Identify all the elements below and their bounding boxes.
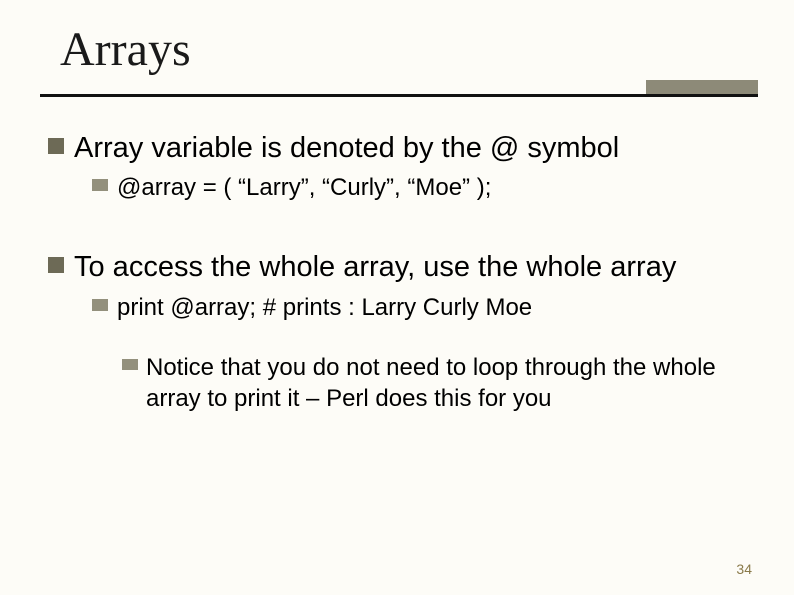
page-number: 34	[736, 561, 752, 577]
bullet-text: print @array; # prints : Larry Curly Moe	[117, 292, 532, 323]
title-rule	[40, 94, 758, 97]
bullet-icon	[92, 299, 108, 311]
bullet-level2: print @array; # prints : Larry Curly Moe	[92, 292, 754, 323]
slide-body: Array variable is denoted by the @ symbo…	[48, 130, 754, 420]
bullet-icon	[92, 179, 108, 191]
bullet-text: To access the whole array, use the whole…	[74, 249, 676, 285]
bullet-level3: Notice that you do not need to loop thro…	[122, 353, 754, 414]
bullet-text: Array variable is denoted by the @ symbo…	[74, 130, 619, 166]
bullet-icon	[48, 257, 64, 273]
bullet-icon	[122, 359, 138, 370]
slide-title: Arrays	[60, 22, 191, 77]
bullet-text: @array = ( “Larry”, “Curly”, “Moe” );	[117, 172, 491, 203]
bullet-icon	[48, 138, 64, 154]
bullet-level2: @array = ( “Larry”, “Curly”, “Moe” );	[92, 172, 754, 203]
bullet-level1: To access the whole array, use the whole…	[48, 249, 754, 285]
title-accent	[646, 80, 758, 94]
bullet-level1: Array variable is denoted by the @ symbo…	[48, 130, 754, 166]
bullet-text: Notice that you do not need to loop thro…	[146, 353, 754, 414]
